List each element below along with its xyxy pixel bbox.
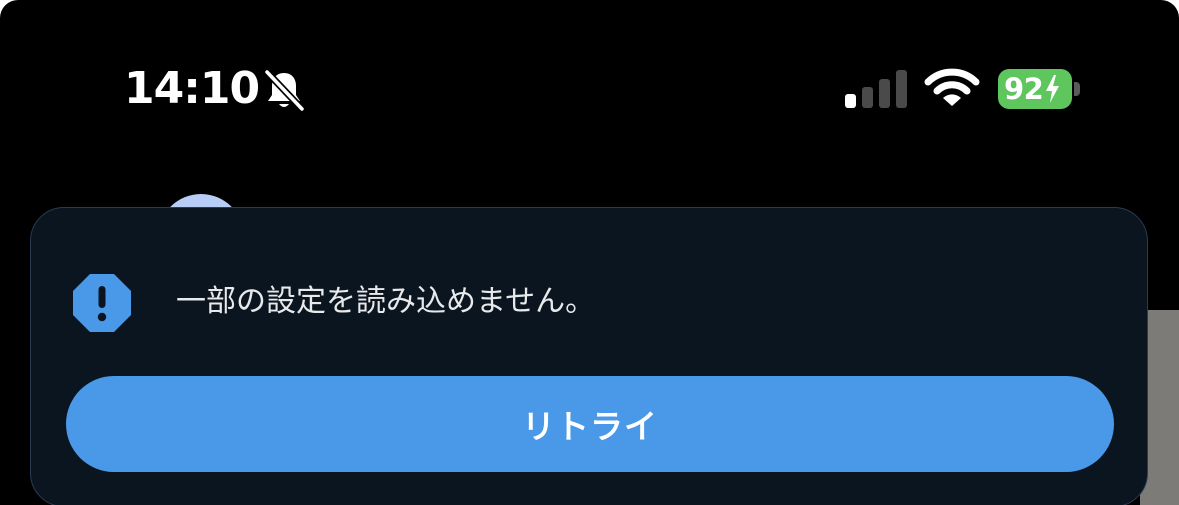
retry-button-label: リトライ <box>522 407 658 446</box>
battery-indicator: 92 <box>998 69 1072 109</box>
battery-level: 92 <box>1004 72 1044 106</box>
error-message: 一部の設定を読み込めません。 <box>176 284 596 319</box>
battery-cap <box>1074 82 1080 96</box>
bell-slash-icon <box>263 68 306 112</box>
retry-button[interactable]: リトライ <box>66 376 1114 472</box>
cellular-signal-icon <box>845 70 907 108</box>
error-toast: 一部の設定を読み込めません。 リトライ <box>30 207 1148 505</box>
charging-bolt-icon <box>1046 75 1060 103</box>
status-time: 14:10 <box>124 63 260 114</box>
warning-octagon-icon <box>73 274 131 332</box>
page: 14:10 92 一部の設定を読み込めません。 リトライ <box>0 0 1179 505</box>
phone-screen: 14:10 92 一部の設定を読み込めません。 リトライ <box>0 0 1179 505</box>
wifi-icon <box>924 68 980 106</box>
